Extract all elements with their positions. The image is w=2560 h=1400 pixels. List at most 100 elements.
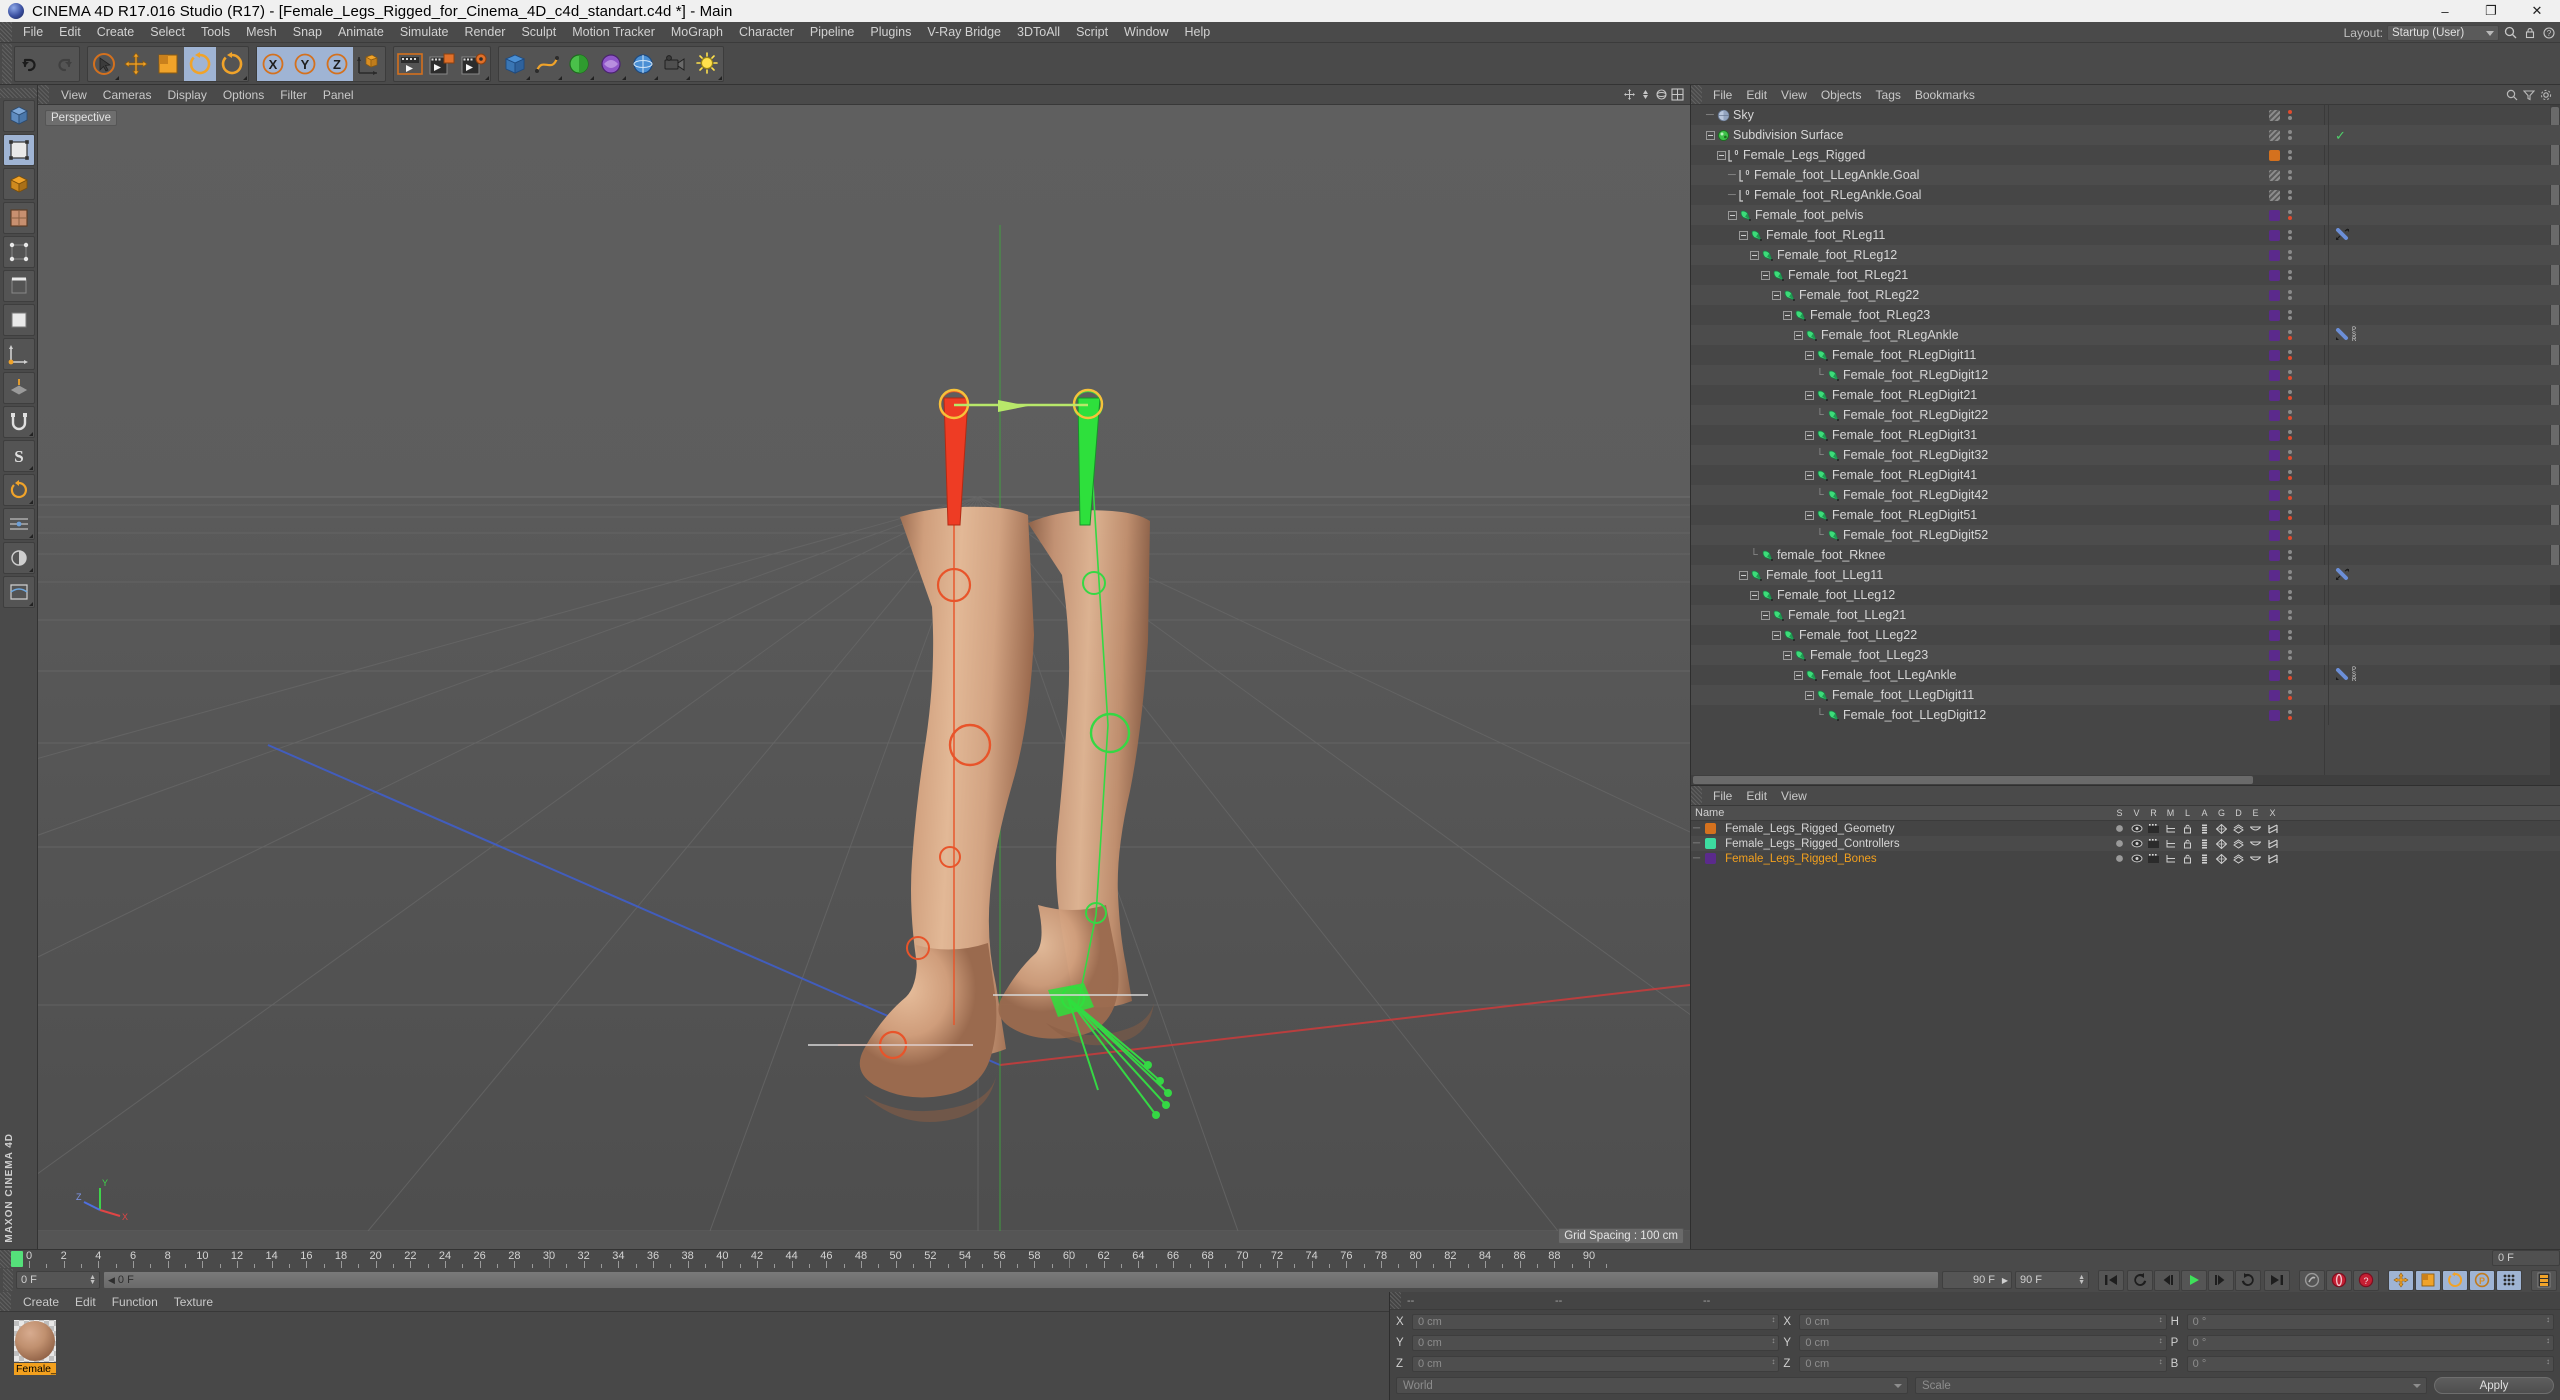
ik-tag-icon[interactable]	[2335, 228, 2350, 242]
tag-cell[interactable]	[2328, 405, 2556, 425]
object-menu-objects[interactable]: Objects	[1814, 85, 1869, 105]
visibility-dot[interactable]	[2288, 216, 2292, 220]
visibility-dots[interactable]	[2286, 290, 2294, 300]
position-x-field[interactable]: 0 cm ↕	[1412, 1313, 1780, 1330]
tag-cell[interactable]	[2328, 265, 2556, 285]
tag-cell[interactable]: ✓	[2328, 125, 2556, 145]
layer-color-swatch[interactable]	[2269, 249, 2280, 261]
tag-cell[interactable]	[2328, 465, 2556, 485]
undo-button[interactable]	[15, 47, 47, 81]
layer-color-swatch[interactable]	[2269, 369, 2280, 381]
timeline-ticks[interactable]: 0246810121416182022242628303234363840424…	[11, 1250, 2488, 1268]
render-view-button[interactable]	[394, 47, 426, 81]
menu-window[interactable]: Window	[1116, 22, 1176, 43]
layer-toggle-v[interactable]	[2128, 854, 2145, 863]
tag-cell[interactable]	[2328, 285, 2556, 305]
visibility-dots[interactable]	[2286, 630, 2294, 640]
layer-column-l[interactable]: L	[2179, 808, 2196, 818]
psr-constraint-tag-icon[interactable]: PSR	[2352, 327, 2356, 343]
object-tree-row[interactable]: ─ 0 Female_foot_RLegAnkle.Goal	[1691, 185, 2560, 205]
autokeying-button[interactable]: ?	[2353, 1269, 2379, 1291]
visibility-dot[interactable]	[2288, 576, 2292, 580]
tag-cell[interactable]	[2328, 585, 2556, 605]
parameter-key-toggle[interactable]: P	[2469, 1269, 2495, 1291]
visibility-dot[interactable]	[2288, 510, 2292, 514]
tag-cell[interactable]	[2328, 305, 2556, 325]
visibility-dots[interactable]	[2286, 110, 2294, 120]
object-menu-view[interactable]: View	[1774, 85, 1814, 105]
viewport-menu-filter[interactable]: Filter	[272, 85, 315, 105]
go-to-start-button[interactable]	[2098, 1269, 2124, 1291]
lock-icon[interactable]	[2522, 25, 2537, 40]
layer-color-swatch[interactable]	[2269, 569, 2280, 581]
tag-cell[interactable]	[2328, 425, 2556, 445]
visibility-dot[interactable]	[2288, 690, 2292, 694]
tag-cell[interactable]	[2328, 705, 2556, 725]
visibility-dot[interactable]	[2288, 270, 2292, 274]
layer-toggle-s[interactable]	[2111, 854, 2128, 863]
menu-help[interactable]: Help	[1177, 22, 1219, 43]
layer-toggle-d[interactable]	[2230, 853, 2247, 864]
menu-plugins[interactable]: Plugins	[862, 22, 919, 43]
layer-menu-edit[interactable]: Edit	[1739, 786, 1774, 806]
redo-button[interactable]	[47, 47, 79, 81]
viewport-menu-panel[interactable]: Panel	[315, 85, 362, 105]
spinner-icon[interactable]: ↕	[1771, 1315, 1775, 1323]
visibility-dots[interactable]	[2286, 270, 2294, 280]
object-tree-row[interactable]: ─ Sky	[1691, 105, 2560, 125]
live-selection-tool[interactable]	[88, 47, 120, 81]
collapse-expander-icon[interactable]	[1772, 290, 1781, 300]
tag-cell[interactable]	[2328, 645, 2556, 665]
visibility-dot[interactable]	[2288, 636, 2292, 640]
visibility-dot[interactable]	[2288, 470, 2292, 474]
visibility-dot[interactable]	[2288, 656, 2292, 660]
layer-toggle-e[interactable]	[2247, 825, 2264, 833]
visibility-dots[interactable]	[2286, 130, 2294, 140]
weight-tool-button[interactable]	[2, 542, 35, 574]
visibility-dot[interactable]	[2288, 170, 2292, 174]
layer-toggle-x[interactable]	[2264, 853, 2281, 864]
visibility-dots[interactable]	[2286, 250, 2294, 260]
collapse-expander-icon[interactable]	[1728, 210, 1737, 220]
menu-script[interactable]: Script	[1068, 22, 1116, 43]
tag-cell[interactable]	[2328, 685, 2556, 705]
tag-cell[interactable]	[2328, 105, 2556, 125]
deformer-tool-button[interactable]	[2, 508, 35, 540]
lock-y-axis-button[interactable]: Y	[289, 46, 321, 81]
rail-grip[interactable]	[0, 88, 37, 98]
visibility-dot[interactable]	[2288, 456, 2292, 460]
layer-color-swatch[interactable]	[2269, 709, 2280, 721]
tag-cell[interactable]	[2328, 345, 2556, 365]
menu-sculpt[interactable]: Sculpt	[513, 22, 564, 43]
visibility-dot[interactable]	[2288, 276, 2292, 280]
object-tree-row[interactable]: Female_foot_LLeg22	[1691, 625, 2560, 645]
collapse-expander-icon[interactable]	[1706, 130, 1715, 140]
visibility-dot[interactable]	[2288, 136, 2292, 140]
menu-pipeline[interactable]: Pipeline	[802, 22, 862, 43]
viewport-menu-display[interactable]: Display	[159, 85, 214, 105]
object-tree-row[interactable]: Female_foot_LLeg21	[1691, 605, 2560, 625]
object-tree-row[interactable]: Female_foot_RLeg11	[1691, 225, 2560, 245]
layer-column-a[interactable]: A	[2196, 808, 2213, 818]
layer-color-swatch[interactable]	[2269, 349, 2280, 361]
layer-color-swatch[interactable]	[2269, 129, 2280, 141]
collapse-expander-icon[interactable]	[1805, 510, 1814, 520]
visibility-dots[interactable]	[2286, 610, 2294, 620]
step-back-button[interactable]	[2154, 1269, 2180, 1291]
layer-row[interactable]: ─ Female_Legs_Rigged_Geometry	[1691, 821, 2560, 836]
pan-icon[interactable]	[1623, 88, 1636, 101]
visibility-dot[interactable]	[2288, 336, 2292, 340]
layer-column-d[interactable]: D	[2230, 808, 2247, 818]
layer-color-swatch[interactable]	[2269, 229, 2280, 241]
rotation-p-field[interactable]: 0 ° ↕	[2186, 1334, 2554, 1351]
add-cube-button[interactable]	[499, 47, 531, 81]
visibility-dot[interactable]	[2288, 556, 2292, 560]
orbit-icon[interactable]	[1655, 88, 1668, 101]
lock-x-axis-button[interactable]: X	[257, 46, 289, 81]
layer-color-swatch[interactable]	[2269, 149, 2280, 161]
visibility-dot[interactable]	[2288, 296, 2292, 300]
object-tree-row[interactable]: ─ 0 Female_foot_LLegAnkle.Goal	[1691, 165, 2560, 185]
search-icon[interactable]	[2503, 25, 2518, 40]
layer-row[interactable]: ─ Female_Legs_Rigged_Bones	[1691, 851, 2560, 866]
range-end-display[interactable]: 90 F ▶	[1942, 1271, 2012, 1289]
